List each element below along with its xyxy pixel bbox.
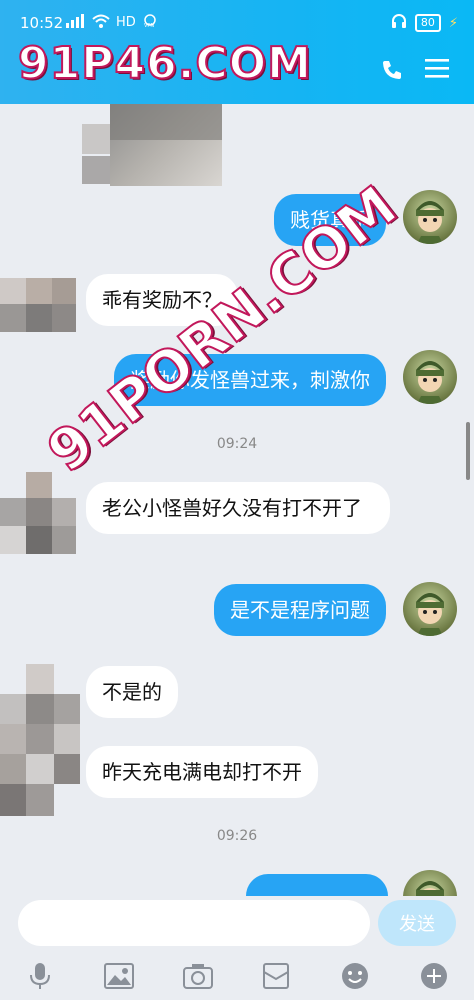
image-message[interactable] bbox=[110, 104, 222, 186]
mailbox-icon[interactable] bbox=[256, 956, 296, 996]
avatar-contact[interactable] bbox=[0, 278, 76, 332]
avatar-contact[interactable] bbox=[0, 664, 80, 832]
mic-icon[interactable] bbox=[20, 956, 60, 996]
charging-icon: ⚡ bbox=[448, 15, 458, 31]
image-icon[interactable] bbox=[99, 956, 139, 996]
battery-indicator: 80 bbox=[414, 14, 441, 32]
menu-icon[interactable] bbox=[424, 56, 450, 84]
wifi-icon bbox=[92, 14, 110, 31]
send-button[interactable]: 发送 bbox=[378, 900, 456, 946]
scrollbar[interactable] bbox=[466, 422, 470, 480]
avatar-self[interactable] bbox=[403, 350, 457, 404]
chat-area[interactable]: 贱货真乖 乖有奖励不？ 奖励你发怪兽过来，刺激你 09:24 老公小怪兽好久没有… bbox=[0, 104, 474, 896]
avatar-self[interactable] bbox=[403, 870, 457, 896]
network-label: HD bbox=[116, 15, 136, 30]
message-bubble-incoming[interactable]: 不是的 bbox=[86, 666, 178, 718]
avatar-contact[interactable] bbox=[0, 472, 76, 554]
bottom-toolbar bbox=[0, 952, 474, 1000]
message-bubble-incoming[interactable]: 昨天充电满电却打不开 bbox=[86, 746, 318, 798]
phone-call-icon[interactable] bbox=[380, 58, 404, 86]
status-time: 10:52 bbox=[20, 14, 64, 32]
avatar-self[interactable] bbox=[403, 190, 457, 244]
blurred-pixel bbox=[82, 124, 110, 154]
message-bubble-outgoing[interactable]: 是不是程序问题 bbox=[214, 584, 386, 636]
watermark-logo: 91P46.COM bbox=[17, 37, 312, 90]
vpn-icon: VPN bbox=[142, 14, 158, 31]
plus-icon[interactable] bbox=[414, 956, 454, 996]
status-right: 80 ⚡ bbox=[391, 13, 458, 33]
message-input[interactable] bbox=[18, 900, 370, 946]
status-icons: HD VPN bbox=[66, 14, 158, 31]
blurred-pixel bbox=[82, 156, 110, 184]
app-header: 10:52 HD VPN 80 ⚡ 91P46.COM bbox=[0, 0, 474, 104]
message-input-bar: 发送 bbox=[0, 896, 474, 952]
timestamp: 09:26 bbox=[216, 828, 258, 844]
message-bubble-incoming[interactable]: 老公小怪兽好久没有打不开了 bbox=[86, 482, 390, 534]
headset-icon bbox=[391, 13, 407, 33]
message-bubble-outgoing[interactable] bbox=[246, 874, 388, 896]
emoji-icon[interactable] bbox=[335, 956, 375, 996]
svg-text:VPN: VPN bbox=[144, 23, 154, 28]
camera-icon[interactable] bbox=[178, 956, 218, 996]
avatar-self[interactable] bbox=[403, 582, 457, 636]
signal-icon bbox=[66, 14, 86, 31]
